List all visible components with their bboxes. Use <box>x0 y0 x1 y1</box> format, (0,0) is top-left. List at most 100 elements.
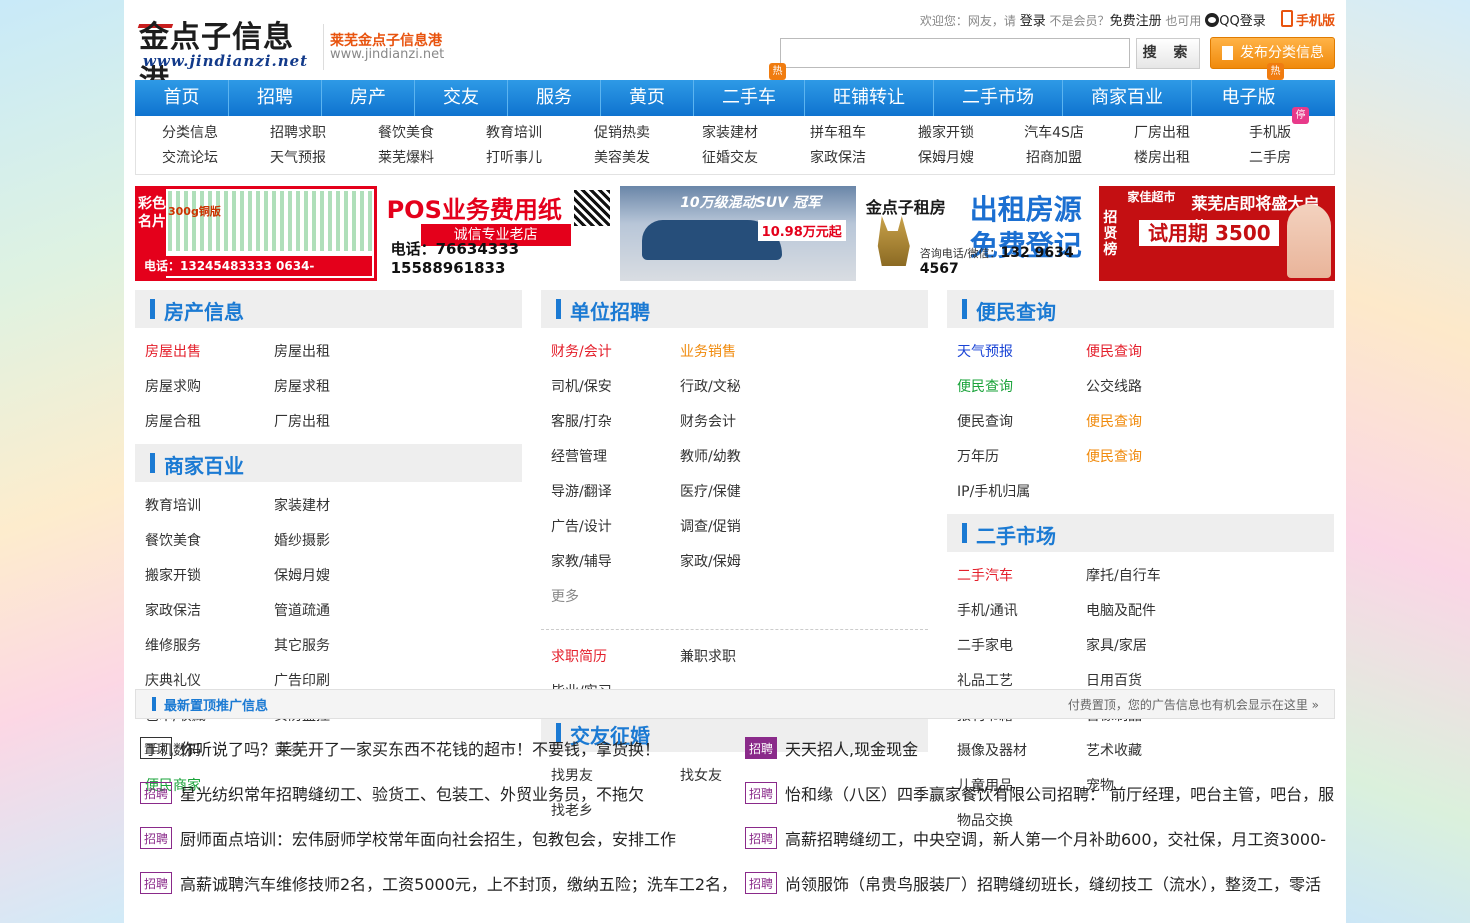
nav-yellowpages[interactable]: 黄页 <box>601 80 694 116</box>
category-link[interactable]: 教师/幼教 <box>680 440 809 475</box>
category-link[interactable]: 房屋出租 <box>274 335 403 370</box>
category-link[interactable]: 手机/通讯 <box>957 594 1086 629</box>
subnav-link[interactable]: 天气预报 <box>244 146 352 171</box>
category-link[interactable]: 便民查询 <box>1086 405 1215 440</box>
subnav-link[interactable]: 汽车4S店 <box>1000 121 1108 146</box>
category-link[interactable]: 客服/打杂 <box>551 405 680 440</box>
section-title[interactable]: 商家百业 <box>164 450 244 479</box>
category-link[interactable]: 电脑及配件 <box>1086 594 1215 629</box>
category-link[interactable]: 广告/设计 <box>551 510 680 545</box>
banner-rental[interactable]: 金点子租房 出租房源 免费登记 咨询电话/微信：132 9634 4567 <box>859 186 1096 281</box>
category-link[interactable]: 厂房出租 <box>274 405 403 440</box>
promo-item[interactable]: 招聘 高薪招聘缝纫工，中央空调，新人第一个月补助600，交社保，月工资3000- <box>740 823 1335 853</box>
category-link[interactable]: 便民查询 <box>957 405 1086 440</box>
section-title[interactable]: 单位招聘 <box>570 296 650 325</box>
nav-secondhand[interactable]: 二手市场 <box>934 80 1063 116</box>
category-link[interactable]: 婚纱摄影 <box>274 524 403 559</box>
subnav-link[interactable]: 保姆月嫂 <box>892 146 1000 171</box>
qq-login-link[interactable]: QQ登录 <box>1219 14 1265 29</box>
subnav-link[interactable]: 莱芜爆料 <box>352 146 460 171</box>
category-link[interactable]: 万年历 <box>957 440 1086 475</box>
category-link[interactable]: 兼职求职 <box>680 640 809 675</box>
promo-item[interactable]: 招聘 怡和缘（八区）四季赢家餐饮有限公司招聘： 前厅经理，吧台主管，吧台，服 <box>740 778 1335 808</box>
section-title[interactable]: 便民查询 <box>976 296 1056 325</box>
category-link[interactable]: 行政/文秘 <box>680 370 809 405</box>
subnav-link[interactable]: 家装建材 <box>676 121 784 146</box>
nav-house[interactable]: 房产 <box>322 80 415 116</box>
promo-item[interactable]: 招聘 尚领服饰（帛贵鸟服装厂）招聘缝纫班长，缝纫技工（流水），整烫工，零活 <box>740 868 1335 898</box>
subnav-link[interactable]: 分类信息 <box>136 121 244 146</box>
category-link[interactable]: 天气预报 <box>957 335 1086 370</box>
mobile-version-link[interactable]: 手机版 <box>1296 14 1335 29</box>
category-link[interactable]: 家具/家居 <box>1086 629 1215 664</box>
subnav-link[interactable]: 打听事儿 <box>460 146 568 171</box>
subnav-link[interactable]: 征婚交友 <box>676 146 784 171</box>
category-link[interactable]: 家政/保姆 <box>680 545 809 580</box>
search-button[interactable]: 搜 索 <box>1136 38 1200 69</box>
promo-item[interactable]: 招聘 高薪诚聘汽车维修技师2名，工资5000元，上不封顶，缴纳五险；洗车工2名， <box>135 868 730 898</box>
subnav-link[interactable]: 二手房 <box>1216 146 1324 171</box>
category-link[interactable]: 餐饮美食 <box>145 524 274 559</box>
category-link[interactable]: 二手家电 <box>957 629 1086 664</box>
subnav-link[interactable]: 家政保洁 <box>784 146 892 171</box>
category-link[interactable]: 经营管理 <box>551 440 680 475</box>
category-link[interactable]: 财务/会计 <box>551 335 680 370</box>
subnav-link[interactable]: 招聘求职 <box>244 121 352 146</box>
nav-used-cars[interactable]: 二手车 <box>694 80 805 116</box>
category-link[interactable]: 便民查询 <box>1086 440 1215 475</box>
subnav-link[interactable]: 招商加盟 <box>1000 146 1108 171</box>
nav-jobs[interactable]: 招聘 <box>229 80 322 116</box>
section-title[interactable]: 房产信息 <box>164 296 244 325</box>
subnav-link[interactable]: 促销热卖 <box>568 121 676 146</box>
category-link[interactable]: 财务会计 <box>680 405 809 440</box>
more-link[interactable]: 更多 <box>551 580 680 615</box>
banner-recruit[interactable]: 家佳超市 莱芜店即将盛大启幕 招贤榜 试用期 3500 <box>1099 186 1335 281</box>
category-link[interactable]: 其它服务 <box>274 629 403 664</box>
login-link[interactable]: 登录 <box>1020 14 1046 29</box>
category-link[interactable]: 便民查询 <box>1086 335 1215 370</box>
category-link[interactable]: 导游/翻译 <box>551 475 680 510</box>
subnav-link[interactable]: 教育培训 <box>460 121 568 146</box>
category-link[interactable]: 求职简历 <box>551 640 680 675</box>
subnav-link[interactable]: 拼车租车 <box>784 121 892 146</box>
category-link[interactable]: 家政保洁 <box>145 594 274 629</box>
category-link[interactable]: IP/手机归属 <box>957 475 1086 510</box>
promo-item[interactable]: 招聘 厨师面点培训：宏伟厨师学校常年面向社会招生，包教包会，安排工作 <box>135 823 730 853</box>
promo-note-link[interactable]: 付费置顶，您的广告信息也有机会显示在这里 » <box>1068 696 1319 713</box>
search-input[interactable] <box>780 38 1130 68</box>
subnav-link[interactable]: 搬家开锁 <box>892 121 1000 146</box>
subnav-link[interactable]: 手机版 <box>1216 121 1324 146</box>
category-link[interactable]: 房屋合租 <box>145 405 274 440</box>
category-link[interactable]: 医疗/保健 <box>680 475 809 510</box>
category-link[interactable]: 调查/促销 <box>680 510 809 545</box>
nav-home[interactable]: 首页 <box>135 80 229 116</box>
category-link[interactable]: 二手汽车 <box>957 559 1086 594</box>
category-link[interactable]: 摩托/自行车 <box>1086 559 1215 594</box>
category-link[interactable]: 房屋出售 <box>145 335 274 370</box>
subnav-link[interactable]: 交流论坛 <box>136 146 244 171</box>
nav-merchants[interactable]: 商家百业 <box>1063 80 1192 116</box>
subnav-link[interactable]: 餐饮美食 <box>352 121 460 146</box>
nav-dating[interactable]: 交友 <box>415 80 508 116</box>
category-link[interactable]: 教育培训 <box>145 489 274 524</box>
register-link[interactable]: 免费注册 <box>1110 14 1162 29</box>
section-title[interactable]: 二手市场 <box>976 520 1056 549</box>
subnav-link[interactable]: 楼房出租 <box>1108 146 1216 171</box>
nav-e-edition[interactable]: 电子版 <box>1192 80 1305 116</box>
site-logo[interactable]: 金点子信息港 www.jindianzi.net <box>137 10 315 99</box>
category-link[interactable]: 房屋求购 <box>145 370 274 405</box>
banner-business-cards[interactable]: 彩色名片 300g铜版 电话：13245483333 0634-6280033 <box>135 186 377 281</box>
category-link[interactable]: 司机/保安 <box>551 370 680 405</box>
category-link[interactable]: 管道疏通 <box>274 594 403 629</box>
category-link[interactable]: 房屋求租 <box>274 370 403 405</box>
category-link[interactable]: 保姆月嫂 <box>274 559 403 594</box>
nav-services[interactable]: 服务 <box>508 80 601 116</box>
promo-item[interactable]: 置顶 你听说了吗？莱芜开了一家买东西不花钱的超市！不要钱，拿货换！ <box>135 733 730 763</box>
category-link[interactable]: 公交线路 <box>1086 370 1215 405</box>
promo-item[interactable]: 招聘 天天招人,现金现金 <box>740 733 1335 763</box>
banner-pos-paper[interactable]: POS业务费用纸 诚信专业老店 电话：76634333 15588961833 <box>380 186 617 281</box>
nav-shop-transfer[interactable]: 旺铺转让 <box>805 80 934 116</box>
category-link[interactable]: 家装建材 <box>274 489 403 524</box>
promo-item[interactable]: 招聘 星光纺织常年招聘缝纫工、验货工、包装工、外贸业务员，不拖欠 <box>135 778 730 808</box>
category-link[interactable]: 家教/辅导 <box>551 545 680 580</box>
